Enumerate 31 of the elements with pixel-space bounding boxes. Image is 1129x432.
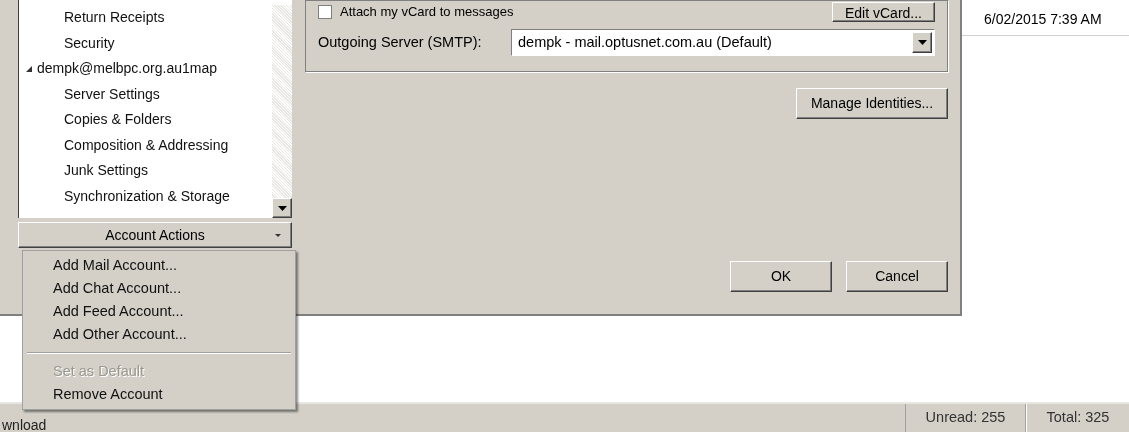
down-arrow-icon bbox=[277, 205, 287, 211]
menu-item[interactable]: Add Mail Account... bbox=[23, 254, 295, 277]
tree-item[interactable]: dempk@melbpc.org.au1map bbox=[37, 58, 217, 80]
tree-item[interactable]: Server Settings bbox=[64, 83, 160, 105]
dropdown-arrow-icon bbox=[917, 40, 927, 45]
tree-item[interactable]: Security bbox=[64, 32, 115, 54]
tree-item[interactable]: Synchronization & Storage bbox=[64, 185, 230, 207]
expanded-triangle-icon[interactable] bbox=[25, 64, 33, 73]
edit-vcard-button[interactable]: Edit vCard... bbox=[831, 2, 935, 22]
menu-item[interactable]: Add Chat Account... bbox=[23, 277, 295, 300]
tree-item[interactable]: Junk Settings bbox=[64, 160, 149, 182]
server-dropdown[interactable]: dempk - mail.optusnet.com.au (Default) bbox=[511, 29, 935, 56]
tree-item[interactable]: Composition & Addressing bbox=[64, 134, 229, 156]
total-count: Total: 325 bbox=[1026, 404, 1129, 432]
tree-item[interactable]: Copies & Folders bbox=[64, 109, 172, 131]
dialog-button[interactable]: Cancel bbox=[846, 261, 948, 292]
status-text: wnload bbox=[1, 418, 48, 432]
unread-count: Unread: 255 bbox=[905, 404, 1026, 432]
menu-item[interactable]: Remove Account bbox=[23, 383, 295, 406]
caret-icon bbox=[275, 234, 281, 237]
dialog-button[interactable]: OK bbox=[730, 261, 832, 292]
vcard-checkbox[interactable] bbox=[318, 5, 332, 19]
manage-identities-button[interactable]: Manage Identities... bbox=[796, 88, 948, 119]
menu-item[interactable]: Add Other Account... bbox=[23, 323, 295, 346]
menu-item[interactable]: Add Feed Account... bbox=[23, 300, 295, 323]
scroll-down-button[interactable] bbox=[272, 198, 292, 218]
account-actions-button[interactable]: Account Actions bbox=[18, 222, 292, 248]
checkbox-label: Attach my vCard to messages bbox=[340, 3, 514, 22]
field-label: Outgoing Server (SMTP): bbox=[318, 32, 483, 52]
message-date: 6/02/2015 7:39 AM bbox=[984, 10, 1102, 29]
tree-item[interactable]: Return Receipts bbox=[64, 7, 165, 29]
